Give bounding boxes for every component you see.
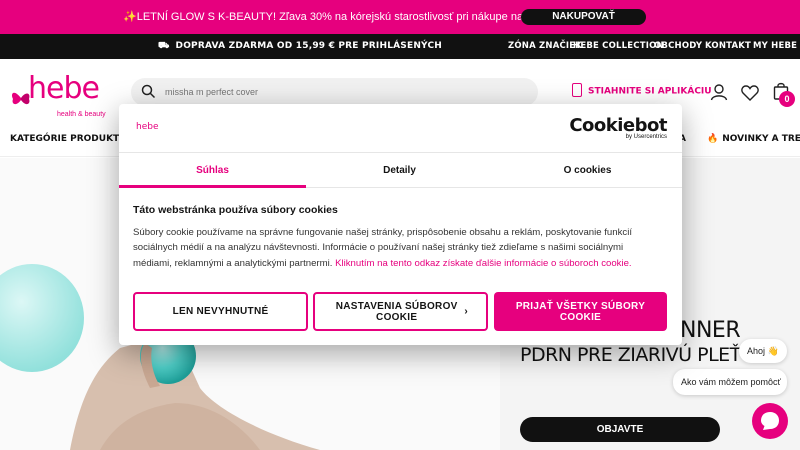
discover-button[interactable]: OBJAVTE	[520, 417, 720, 442]
top-link-stores[interactable]: OBCHODY	[654, 41, 702, 51]
accept-all-button[interactable]: PRIJAŤ VŠETKY SÚBORY COOKIE	[494, 292, 667, 331]
top-link-hebe-collection[interactable]: HEBE COLLECTION	[573, 41, 664, 51]
heart-icon[interactable]	[741, 85, 759, 101]
shipping-info: ⛟ DOPRAVA ZDARMA OD 15,99 € PRE PRIHLÁSEN…	[158, 41, 442, 52]
necessary-only-button[interactable]: LEN NEVYHNUTNÉ	[133, 292, 308, 331]
top-link-brand-zone[interactable]: ZÓNA ZNAČIEK	[508, 41, 582, 51]
hero-headline: NNER	[680, 318, 741, 343]
shipping-text: DOPRAVA ZDARMA OD 15,99 € PRE PRIHLÁSENÝ…	[175, 41, 442, 51]
cookie-info-link[interactable]: Kliknutím na tento odkaz získate ďalšie …	[335, 258, 632, 269]
chat-button[interactable]	[752, 403, 788, 439]
news-trends-label: NOVINKY A TRENDY	[722, 134, 800, 144]
search-icon[interactable]	[141, 84, 156, 99]
cookie-consent-dialog: hebe Cookiebot by Usercentrics Súhlas De…	[119, 104, 682, 345]
top-link-my-hebe[interactable]: MY HEBE	[753, 41, 797, 51]
download-app-link[interactable]: STIAHNITE SI APLIKÁCIU	[572, 83, 712, 98]
categories-label: KATEGÓRIE PRODUKTOV	[10, 134, 134, 144]
user-icon[interactable]	[710, 83, 728, 101]
promo-text: ✨LETNÍ GLOW S K-BEAUTY! Zľava 30% na kór…	[123, 11, 554, 23]
tab-consent[interactable]: Súhlas	[119, 153, 306, 188]
cookie-description: Súbory cookie používame na správne fungo…	[133, 225, 663, 271]
chat-question[interactable]: Ako vám môžem pomôcť	[673, 369, 787, 395]
cookie-settings-button[interactable]: NASTAVENIA SÚBOROV COOKIE ›	[313, 292, 488, 331]
search-bar[interactable]	[131, 78, 538, 106]
logo-text: hebe	[28, 71, 100, 106]
shop-now-button[interactable]: NAKUPOVAŤ	[521, 9, 646, 25]
flame-icon: 🔥	[707, 134, 719, 144]
cookiebot-brand: Cookiebot	[569, 115, 667, 136]
phone-icon	[572, 83, 582, 97]
logo-tagline: health & beauty	[57, 111, 106, 118]
chevron-right-icon: ›	[464, 306, 468, 317]
download-app-label: STIAHNITE SI APLIKÁCIU	[588, 86, 712, 97]
search-input[interactable]	[165, 84, 525, 100]
cart-count-badge: 0	[779, 91, 795, 107]
cookie-settings-label: NASTAVENIA SÚBOROV COOKIE	[335, 300, 458, 323]
cookie-title: Táto webstránka používa súbory cookies	[133, 204, 338, 216]
chat-icon	[761, 412, 779, 430]
top-link-contact[interactable]: KONTAKT	[705, 41, 751, 51]
cookie-tabs: Súhlas Detaily O cookies	[119, 152, 682, 188]
tab-details[interactable]: Detaily	[306, 153, 493, 188]
truck-icon: ⛟	[158, 41, 170, 51]
nav-item-news-trends[interactable]: 🔥NOVINKY A TRENDY	[707, 134, 800, 144]
site-logo-small: hebe	[136, 122, 159, 132]
top-bar: ⛟ DOPRAVA ZDARMA OD 15,99 € PRE PRIHLÁSEN…	[0, 34, 800, 59]
tab-about-cookies[interactable]: O cookies	[493, 153, 682, 188]
promo-bar: ✨LETNÍ GLOW S K-BEAUTY! Zľava 30% na kór…	[0, 0, 800, 34]
hero-subheadline: PDRN PRE ZIARIVÚ PLEŤ	[520, 344, 741, 366]
active-tab-indicator	[119, 185, 306, 188]
chat-greeting[interactable]: Ahoj 👋	[739, 339, 787, 363]
cookiebot-logo[interactable]: Cookiebot by Usercentrics	[569, 115, 667, 140]
logo[interactable]: hebe health & beauty	[10, 71, 110, 118]
